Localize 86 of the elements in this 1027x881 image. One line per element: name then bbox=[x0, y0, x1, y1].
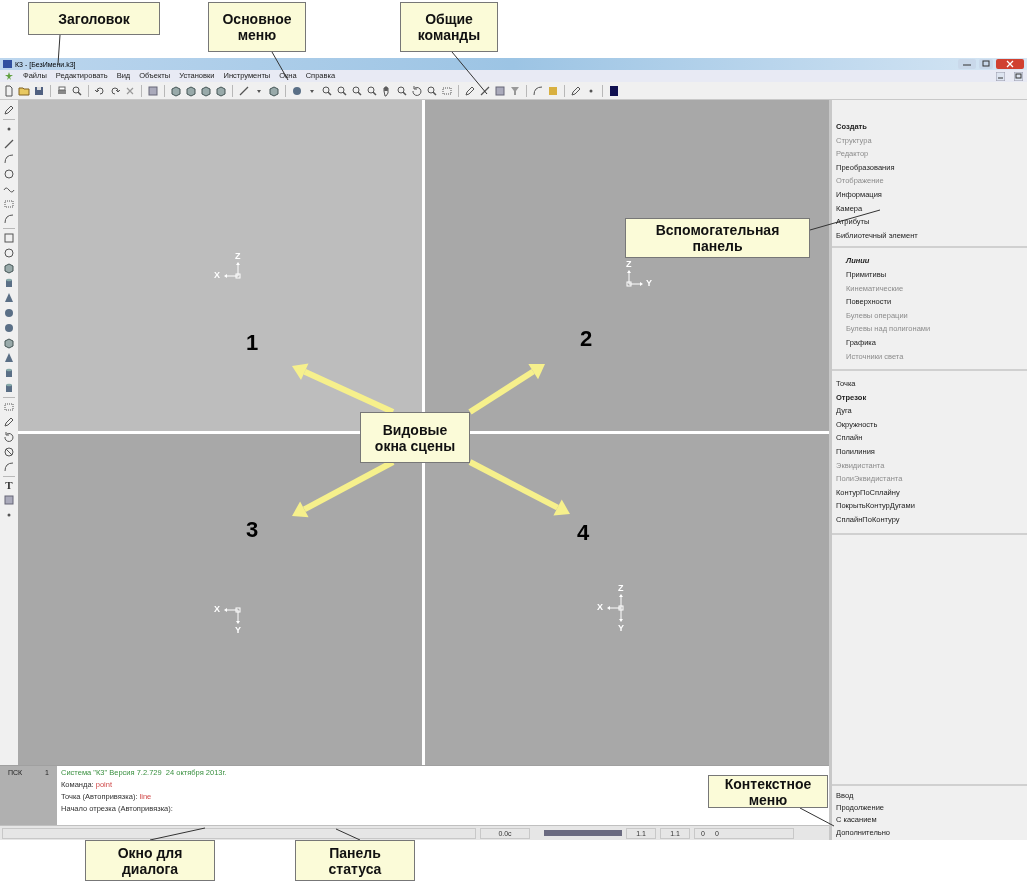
leader-line bbox=[149, 827, 206, 841]
magnifier-icon[interactable] bbox=[321, 84, 333, 97]
window-icon[interactable] bbox=[494, 84, 506, 97]
cylinder-icon[interactable] bbox=[3, 382, 15, 394]
line-icon[interactable] bbox=[479, 84, 491, 97]
document-icon[interactable] bbox=[3, 84, 15, 97]
funnel-icon[interactable] bbox=[509, 84, 521, 97]
axis-gizmo-drawing bbox=[607, 594, 624, 622]
pencil-icon[interactable] bbox=[464, 84, 476, 97]
magnifier-icon[interactable] bbox=[366, 84, 378, 97]
cube-icon[interactable] bbox=[3, 262, 15, 274]
rotate-icon[interactable] bbox=[411, 84, 423, 97]
window-icon[interactable] bbox=[3, 494, 15, 506]
cube-icon[interactable] bbox=[200, 84, 212, 97]
close-icon[interactable] bbox=[996, 59, 1024, 69]
axis-gizmo-drawing bbox=[224, 607, 241, 624]
axis-gizmo-drawing bbox=[224, 262, 241, 279]
callout-label: Заголовок bbox=[28, 2, 160, 35]
cylinder-icon[interactable] bbox=[3, 367, 15, 379]
line-icon[interactable] bbox=[3, 138, 15, 150]
cone-icon[interactable] bbox=[3, 292, 15, 304]
square-icon[interactable] bbox=[3, 232, 15, 244]
folder-icon[interactable] bbox=[18, 84, 30, 97]
viewport-number: 2 bbox=[580, 328, 593, 350]
leader-line bbox=[335, 828, 361, 841]
magnifier-icon[interactable] bbox=[71, 84, 83, 97]
redo-icon[interactable] bbox=[109, 84, 121, 97]
circle-icon[interactable] bbox=[3, 247, 15, 259]
axis-label: X bbox=[214, 605, 220, 614]
magnifier-icon[interactable] bbox=[396, 84, 408, 97]
window-icon[interactable] bbox=[147, 84, 159, 97]
callout-label: Вспомогательная панель bbox=[625, 218, 810, 258]
callout-label: Панель статуса bbox=[295, 840, 415, 881]
axis-label: Y bbox=[646, 279, 652, 288]
axis-label: Z bbox=[618, 584, 624, 593]
cylinder-icon[interactable] bbox=[3, 277, 15, 289]
viewport-number: 3 bbox=[246, 519, 259, 541]
app-menu-icon[interactable] bbox=[4, 71, 14, 81]
cube-icon[interactable] bbox=[268, 84, 280, 97]
magnifier-icon[interactable] bbox=[426, 84, 438, 97]
restore-icon[interactable] bbox=[1014, 71, 1023, 81]
color-swatch-icon[interactable] bbox=[608, 84, 620, 97]
axis-label: X bbox=[214, 271, 220, 280]
cube-icon[interactable] bbox=[170, 84, 182, 97]
magnifier-icon[interactable] bbox=[336, 84, 348, 97]
axis-label: Z bbox=[235, 252, 241, 261]
callout-label: Контекстное меню bbox=[708, 775, 828, 808]
arc-icon[interactable] bbox=[3, 213, 15, 225]
axis-label: X bbox=[597, 603, 603, 612]
pencil-icon[interactable] bbox=[3, 104, 15, 116]
pencil-icon[interactable] bbox=[3, 416, 15, 428]
app-icon bbox=[3, 60, 12, 68]
callout-label: Видовые окна сцены bbox=[360, 412, 470, 463]
leader-line bbox=[451, 51, 488, 95]
viewport-number: 1 bbox=[246, 332, 259, 354]
callout-label: Основное меню bbox=[208, 2, 306, 52]
sphere-icon[interactable] bbox=[3, 307, 15, 319]
arc-icon[interactable] bbox=[532, 84, 544, 97]
axis-label: Y bbox=[618, 624, 624, 633]
axis-label: Z bbox=[626, 260, 632, 269]
printer-icon[interactable] bbox=[56, 84, 68, 97]
leader-line bbox=[799, 807, 835, 827]
sphere-icon[interactable] bbox=[291, 84, 303, 97]
cube-icon[interactable] bbox=[215, 84, 227, 97]
callout-label: Общие команды bbox=[400, 2, 498, 52]
cube-icon[interactable] bbox=[185, 84, 197, 97]
axis-gizmo-drawing bbox=[626, 270, 643, 287]
cube-icon[interactable] bbox=[3, 337, 15, 349]
arc-icon[interactable] bbox=[3, 461, 15, 473]
minimize-icon[interactable] bbox=[996, 71, 1005, 81]
rotate-icon[interactable] bbox=[3, 431, 15, 443]
axis-label: Y bbox=[235, 626, 241, 635]
sphere-icon[interactable] bbox=[3, 322, 15, 334]
minimize-icon[interactable] bbox=[958, 59, 976, 69]
callout-label: Окно для диалога bbox=[85, 840, 215, 881]
line-icon[interactable] bbox=[238, 84, 250, 97]
cone-icon[interactable] bbox=[3, 352, 15, 364]
text-tool-button[interactable]: T bbox=[5, 480, 13, 491]
magnifier-icon[interactable] bbox=[351, 84, 363, 97]
maximize-icon[interactable] bbox=[979, 59, 993, 69]
viewport-number: 4 bbox=[577, 522, 590, 544]
arc-icon[interactable] bbox=[3, 153, 15, 165]
circle-icon[interactable] bbox=[3, 168, 15, 180]
no-entry-icon[interactable] bbox=[3, 446, 15, 458]
pencil-icon[interactable] bbox=[570, 84, 582, 97]
undo-icon[interactable] bbox=[94, 84, 106, 97]
